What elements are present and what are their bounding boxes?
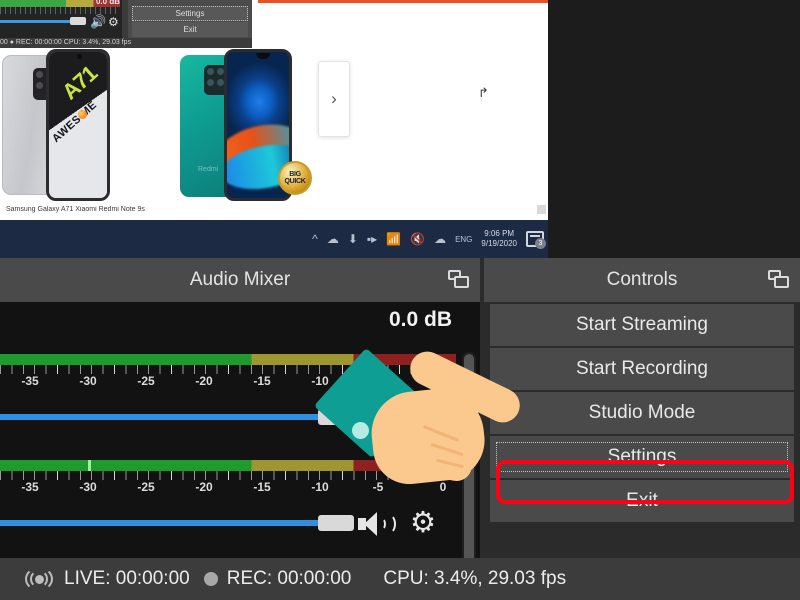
cloud-icon[interactable]: ☁ (434, 232, 446, 246)
rec-timer-label: REC: 00:00:00 (226, 568, 352, 589)
pointing-hand-cursor (313, 345, 530, 525)
system-tray: ^ ☁ ⬇ ▪▸ 📶 🔇 ☁ ENG 9:06 PM 9/19/2020 3 (312, 220, 546, 258)
promo-badge: BIG QUICK (278, 161, 312, 195)
sleeve-button-icon (352, 422, 369, 439)
nested-exit-button: Exit (132, 22, 248, 37)
db-readout: 0.0 dB (388, 308, 452, 331)
nested-volume-bar (0, 20, 76, 23)
download-icon[interactable]: ⬇ (348, 232, 358, 246)
studio-mode-button[interactable]: Studio Mode (490, 392, 794, 434)
emoji-dot-icon (78, 110, 87, 119)
nested-volume-knob (70, 17, 86, 25)
mouse-cursor-icon: ↱ (478, 85, 489, 100)
nested-db-readout: 0.0 dB (95, 0, 120, 6)
wifi-icon[interactable]: 📶 (386, 232, 401, 246)
start-recording-button[interactable]: Start Recording (490, 348, 794, 390)
broadcast-icon (22, 567, 56, 591)
live-timer-label: LIVE: 00:00:00 (64, 568, 190, 589)
controls-button-list: Start Streaming Start Recording Studio M… (490, 304, 794, 524)
taskbar-clock[interactable]: 9:06 PM 9/19/2020 (481, 229, 517, 249)
nested-controls-panel: Settings Exit (128, 0, 252, 38)
record-dot-icon (203, 572, 218, 586)
undock-icon[interactable] (448, 270, 470, 290)
nested-meter-ticks (0, 7, 120, 14)
onedrive-icon[interactable]: ☁ (327, 232, 339, 246)
tick-label: -15 (253, 480, 271, 494)
nested-settings-button: Settings (132, 6, 248, 21)
tick-label: -20 (195, 374, 213, 388)
audio-mixer-header: Audio Mixer (0, 258, 480, 302)
cpu-stats-label: CPU: 3.4%, 29.03 fps (383, 568, 567, 589)
nested-audio-mixer: 0.0 dB 🔊 ⚙ (0, 0, 122, 38)
chevron-up-icon[interactable]: ^ (312, 232, 318, 246)
input-language-indicator[interactable]: ENG (455, 235, 472, 244)
start-streaming-button[interactable]: Start Streaming (490, 304, 794, 346)
carousel-next-button[interactable]: › (318, 61, 350, 137)
phone-brand-label: Redmi (198, 166, 219, 173)
controls-header: Controls (484, 258, 800, 302)
controls-dock: Controls Start Streaming Start Recording… (484, 258, 800, 558)
phone-front-screen: A71 AWES ME (46, 49, 110, 201)
front-camera-icon (77, 54, 82, 59)
notification-count-badge: 3 (535, 238, 546, 249)
tick-label: -10 (311, 374, 329, 388)
clock-time: 9:06 PM (484, 229, 515, 238)
undock-icon[interactable] (768, 270, 790, 290)
promo-badge-line2: QUICK (284, 178, 306, 185)
clock-date: 9/19/2020 (481, 239, 517, 248)
promo-badge-line1: BIG (289, 171, 301, 178)
screen-capture-preview[interactable]: A71 AWES ME Redmi BIG QUICK › Samsung Ga… (0, 0, 800, 258)
tick-label: -20 (195, 480, 213, 494)
product-card-xiaomi-redmi-note[interactable]: Redmi BIG QUICK (180, 49, 330, 201)
peak-marker (88, 460, 91, 471)
tick-label: -35 (21, 480, 39, 494)
tick-label: -10 (311, 480, 329, 494)
settings-button[interactable]: Settings (490, 436, 794, 478)
nested-status-bar: 00 ● REC: 00:00:00 CPU: 3.4%, 29.03 fps (0, 39, 132, 46)
tick-label: -30 (79, 374, 97, 388)
tick-label: -25 (137, 374, 155, 388)
tick-label: -30 (79, 480, 97, 494)
audio-mixer-title: Audio Mixer (189, 269, 291, 290)
recursive-capture-overlay: 0.0 dB 🔊 ⚙ Settings Exit 00 ● REC: 00:00… (0, 0, 252, 48)
nested-speaker-icon: 🔊 (90, 14, 107, 29)
volume-mute-icon[interactable]: 🔇 (410, 232, 425, 246)
controls-title: Controls (606, 269, 678, 290)
tick-label: -25 (137, 480, 155, 494)
obs-status-bar: LIVE: 00:00:00 REC: 00:00:00 CPU: 3.4%, … (0, 558, 800, 600)
product-card-samsung-galaxy-a71[interactable]: A71 AWES ME (2, 49, 152, 201)
windows-taskbar: ^ ☁ ⬇ ▪▸ 📶 🔇 ☁ ENG 9:06 PM 9/19/2020 3 (0, 220, 548, 258)
product-caption: Samsung Galaxy A71 Xiaomi Redmi Note 9s (6, 206, 145, 213)
obs-studio-window: A71 AWES ME Redmi BIG QUICK › Samsung Ga… (0, 0, 800, 600)
volume-slider-track[interactable] (0, 520, 330, 526)
exit-button[interactable]: Exit (490, 480, 794, 522)
tick-label: -15 (253, 374, 271, 388)
scroll-corner (537, 205, 546, 214)
notifications-icon[interactable]: 3 (526, 231, 546, 249)
volume-slider-track[interactable] (0, 414, 330, 420)
media-icon[interactable]: ▪▸ (367, 232, 377, 246)
tick-label: -35 (21, 374, 39, 388)
nested-gear-icon: ⚙ (108, 15, 119, 29)
